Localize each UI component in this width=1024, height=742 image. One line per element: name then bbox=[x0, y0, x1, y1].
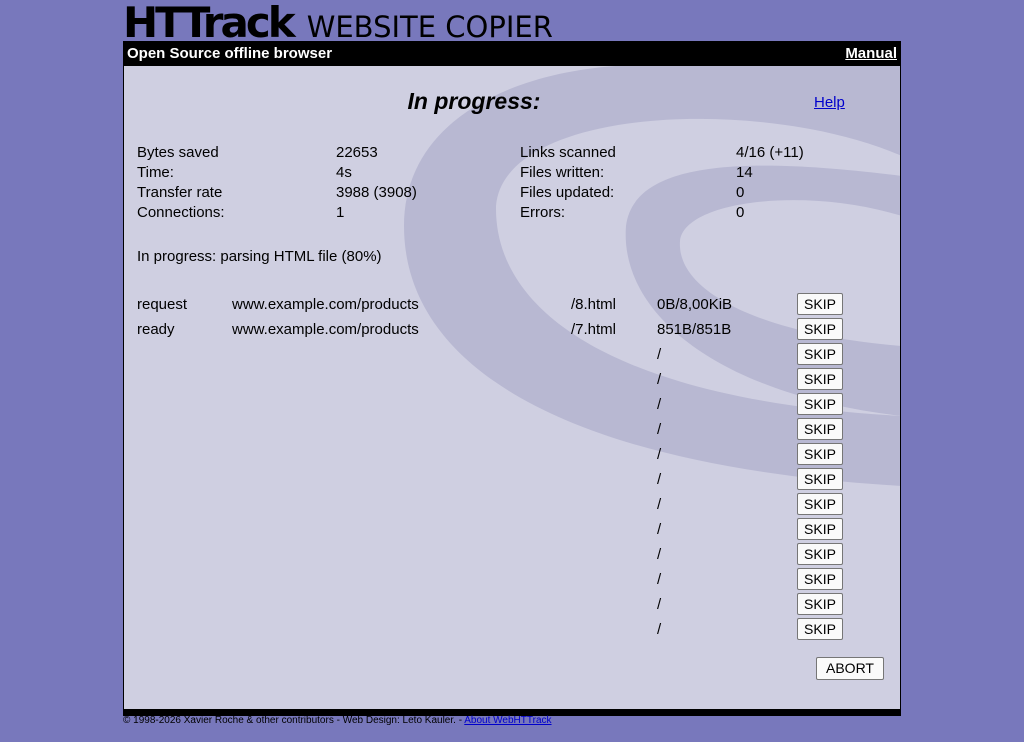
about-link[interactable]: About WebHTTrack bbox=[464, 715, 551, 726]
skip-button[interactable]: SKIP bbox=[797, 318, 843, 340]
tagline: Open Source offline browser bbox=[127, 45, 333, 62]
transfer-size: / bbox=[657, 621, 662, 638]
httrack-logo: HTTrack WEBSITE COPIER bbox=[123, 0, 553, 47]
swirl-background-graphic bbox=[404, 66, 900, 486]
transfer-rate-value: 3988 (3908) bbox=[336, 184, 417, 201]
transfer-size: / bbox=[657, 396, 662, 413]
transfer-size: / bbox=[657, 346, 662, 363]
transfer-size: / bbox=[657, 471, 662, 488]
transfer-host: www.example.com/products bbox=[232, 296, 419, 313]
bytes-saved-value: 22653 bbox=[336, 144, 378, 161]
skip-button[interactable]: SKIP bbox=[797, 493, 843, 515]
abort-button[interactable]: ABORT bbox=[816, 657, 884, 680]
errors-value: 0 bbox=[736, 204, 745, 221]
skip-button[interactable]: SKIP bbox=[797, 343, 843, 365]
files-written-label: Files written: bbox=[520, 164, 605, 181]
footer: © 1998-2026 Xavier Roche & other contrib… bbox=[123, 715, 552, 726]
transfer-size: / bbox=[657, 546, 662, 563]
progress-panel: In progress: Help Bytes saved 22653 Time… bbox=[123, 66, 901, 710]
page-title: In progress: bbox=[407, 88, 541, 114]
time-label: Time: bbox=[137, 164, 174, 181]
copyright-text: © 1998-2026 Xavier Roche & other contrib… bbox=[123, 715, 465, 726]
top-bar: Open Source offline browser Manual bbox=[123, 41, 901, 66]
transfer-size: / bbox=[657, 521, 662, 538]
transfer-size: 851B/851B bbox=[657, 321, 732, 338]
skip-button[interactable]: SKIP bbox=[797, 293, 843, 315]
status-text: In progress: parsing HTML file (80%) bbox=[137, 248, 382, 265]
time-value: 4s bbox=[336, 164, 352, 181]
logo-main-text: HTTrack bbox=[123, 0, 296, 47]
help-link[interactable]: Help bbox=[814, 94, 845, 111]
transfer-file: /7.html bbox=[571, 321, 617, 338]
transfer-state: ready bbox=[137, 321, 175, 338]
skip-button[interactable]: SKIP bbox=[797, 418, 843, 440]
files-written-value: 14 bbox=[736, 164, 753, 181]
transfer-host: www.example.com/products bbox=[232, 321, 419, 338]
errors-label: Errors: bbox=[520, 204, 565, 221]
files-updated-value: 0 bbox=[736, 184, 745, 201]
skip-button[interactable]: SKIP bbox=[797, 468, 843, 490]
links-scanned-label: Links scanned bbox=[520, 144, 616, 161]
transfer-size: / bbox=[657, 446, 662, 463]
skip-button[interactable]: SKIP bbox=[797, 518, 843, 540]
skip-button[interactable]: SKIP bbox=[797, 618, 843, 640]
transfer-file: /8.html bbox=[571, 296, 617, 313]
manual-link[interactable]: Manual bbox=[845, 45, 897, 62]
connections-label: Connections: bbox=[137, 204, 225, 221]
skip-button[interactable]: SKIP bbox=[797, 543, 843, 565]
transfer-rate-label: Transfer rate bbox=[137, 184, 223, 201]
connections-value: 1 bbox=[336, 204, 345, 221]
transfer-size: / bbox=[657, 421, 662, 438]
skip-button[interactable]: SKIP bbox=[797, 393, 843, 415]
skip-button[interactable]: SKIP bbox=[797, 593, 843, 615]
bytes-saved-label: Bytes saved bbox=[137, 144, 219, 161]
skip-button[interactable]: SKIP bbox=[797, 568, 843, 590]
links-scanned-value: 4/16 (+11) bbox=[736, 144, 804, 161]
files-updated-label: Files updated: bbox=[520, 184, 615, 201]
transfer-size: / bbox=[657, 596, 662, 613]
skip-button[interactable]: SKIP bbox=[797, 443, 843, 465]
transfer-size: 0B/8,00KiB bbox=[657, 296, 733, 313]
logo-sub-text: WEBSITE COPIER bbox=[306, 10, 553, 44]
transfer-size: / bbox=[657, 371, 662, 388]
transfer-size: / bbox=[657, 496, 662, 513]
transfer-state: request bbox=[137, 296, 188, 313]
transfer-size: / bbox=[657, 571, 662, 588]
skip-button[interactable]: SKIP bbox=[797, 368, 843, 390]
